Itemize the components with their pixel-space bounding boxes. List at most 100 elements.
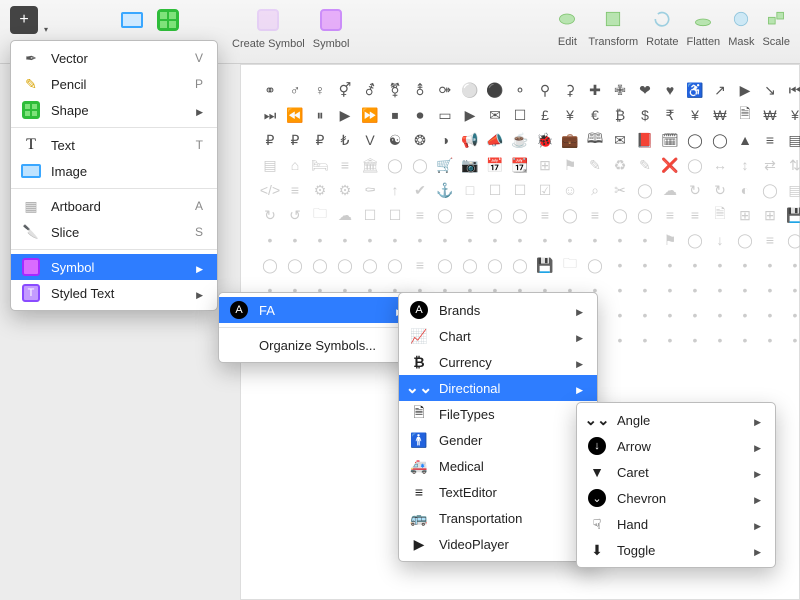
icon-cell[interactable]: ⊞ (734, 204, 756, 226)
icon-cell[interactable]: ◯ (634, 204, 656, 226)
icon-cell[interactable]: • (509, 229, 531, 251)
menu-item-videoplayer[interactable]: ▶VideoPlayer (399, 531, 597, 557)
icon-cell[interactable]: ⇄ (759, 154, 781, 176)
icon-cell[interactable]: ✚ (584, 79, 606, 101)
icon-cell[interactable]: • (634, 304, 656, 326)
icon-cell[interactable]: ⏸ (309, 104, 331, 126)
icon-cell[interactable]: ◯ (509, 254, 531, 276)
icon-cell[interactable]: ₺ (334, 129, 356, 151)
icon-cell[interactable]: ☑ (534, 179, 556, 201)
icon-cell[interactable]: ↓ (709, 229, 731, 251)
icon-cell[interactable]: 📆 (509, 154, 531, 176)
icon-cell[interactable]: 🛏 (309, 154, 331, 176)
icon-cell[interactable]: • (734, 279, 756, 301)
icon-cell[interactable]: ▤ (784, 129, 800, 151)
menu-item-pencil[interactable]: PencilP (11, 71, 217, 97)
icon-cell[interactable]: ✙ (609, 79, 631, 101)
icon-cell[interactable]: 🕮 (584, 129, 606, 151)
icon-cell[interactable]: ≡ (759, 129, 781, 151)
icon-cell[interactable]: 💾 (784, 204, 800, 226)
icon-cell[interactable]: • (784, 304, 800, 326)
menu-item-vector[interactable]: VectorV (11, 45, 217, 71)
icon-cell[interactable]: ⊞ (759, 204, 781, 226)
icon-cell[interactable]: • (684, 329, 706, 351)
icon-cell[interactable]: 📕 (634, 129, 656, 151)
icon-cell[interactable]: ◯ (734, 229, 756, 251)
icon-cell[interactable]: ◯ (609, 204, 631, 226)
icon-cell[interactable]: ◯ (259, 254, 281, 276)
icon-cell[interactable]: • (384, 229, 406, 251)
icon-cell[interactable]: ≡ (284, 179, 306, 201)
icon-cell[interactable]: ▶ (459, 104, 481, 126)
menu-item-styled-text[interactable]: TStyled Text (11, 280, 217, 306)
icon-cell[interactable]: • (784, 254, 800, 276)
icon-cell[interactable]: </> (259, 179, 281, 201)
menu-item-angle[interactable]: ⌄⌄Angle (577, 407, 775, 433)
icon-cell[interactable]: ₽ (259, 129, 281, 151)
mask-button[interactable]: Mask (728, 6, 754, 48)
icon-cell[interactable]: ◯ (484, 254, 506, 276)
icon-cell[interactable]: • (734, 304, 756, 326)
icon-cell[interactable]: ✎ (634, 154, 656, 176)
icon-cell[interactable]: 📣 (484, 129, 506, 151)
icon-cell[interactable]: • (659, 304, 681, 326)
icon-cell[interactable]: ☐ (384, 204, 406, 226)
icon-cell[interactable]: ✔ (409, 179, 431, 201)
icon-cell[interactable]: ◯ (634, 179, 656, 201)
icon-cell[interactable]: ¥ (559, 104, 581, 126)
menu-item-fa[interactable]: AFA (219, 297, 417, 323)
menu-item-brands[interactable]: ABrands (399, 297, 597, 323)
icon-cell[interactable]: ◯ (359, 254, 381, 276)
icon-cell[interactable]: ⏹ (384, 104, 406, 126)
icon-cell[interactable]: ₽ (284, 129, 306, 151)
edit-button[interactable]: Edit (554, 6, 580, 48)
create-symbol-button[interactable]: Create Symbol (232, 6, 305, 50)
icon-cell[interactable]: 🗀 (559, 254, 581, 276)
icon-cell[interactable]: ⇅ (784, 154, 800, 176)
icon-cell[interactable]: ≡ (459, 204, 481, 226)
icon-cell[interactable]: ✉ (609, 129, 631, 151)
icon-cell[interactable]: ❌ (659, 154, 681, 176)
icon-cell[interactable]: ❤ (634, 79, 656, 101)
icon-cell[interactable]: • (334, 229, 356, 251)
icon-cell[interactable]: ◯ (684, 129, 706, 151)
icon-cell[interactable]: 🗀 (309, 204, 331, 226)
icon-cell[interactable]: ₩ (759, 104, 781, 126)
icon-cell[interactable]: ₽ (309, 129, 331, 151)
icon-cell[interactable]: • (609, 304, 631, 326)
icon-cell[interactable]: 💼 (559, 129, 581, 151)
icon-cell[interactable]: ↕ (734, 154, 756, 176)
icon-cell[interactable]: ♀ (309, 79, 331, 101)
icon-cell[interactable]: ⚦ (359, 79, 381, 101)
icon-cell[interactable]: ◯ (509, 204, 531, 226)
icon-cell[interactable]: ☯ (384, 129, 406, 151)
icon-cell[interactable]: ↗ (709, 79, 731, 101)
icon-cell[interactable]: • (734, 329, 756, 351)
icon-cell[interactable]: • (684, 279, 706, 301)
icon-cell[interactable]: ⚲ (534, 79, 556, 101)
icon-cell[interactable]: ⚧ (384, 79, 406, 101)
icon-cell[interactable]: • (434, 229, 456, 251)
icon-cell[interactable]: ⚓ (434, 179, 456, 201)
icon-cell[interactable]: □ (459, 179, 481, 201)
icon-cell[interactable]: • (409, 229, 431, 251)
icon-cell[interactable]: ♿ (684, 79, 706, 101)
icon-cell[interactable]: ⚑ (559, 154, 581, 176)
menu-item-arrow[interactable]: ↓Arrow (577, 433, 775, 459)
icon-cell[interactable]: • (759, 254, 781, 276)
icon-cell[interactable]: • (359, 229, 381, 251)
icon-cell[interactable]: ≡ (584, 204, 606, 226)
icon-cell[interactable]: ↘ (759, 79, 781, 101)
icon-cell[interactable]: • (559, 229, 581, 251)
icon-cell[interactable]: ◯ (384, 154, 406, 176)
icon-cell[interactable]: • (759, 329, 781, 351)
icon-cell[interactable]: • (684, 304, 706, 326)
icon-cell[interactable]: ↻ (709, 179, 731, 201)
icon-cell[interactable]: 📢 (459, 129, 481, 151)
icon-cell[interactable]: 💾 (534, 254, 556, 276)
menu-item-gender[interactable]: 🚹Gender (399, 427, 597, 453)
shape-tool[interactable] (154, 6, 182, 34)
icon-cell[interactable]: ◯ (309, 254, 331, 276)
icon-cell[interactable]: • (709, 304, 731, 326)
icon-cell[interactable]: ≡ (409, 254, 431, 276)
